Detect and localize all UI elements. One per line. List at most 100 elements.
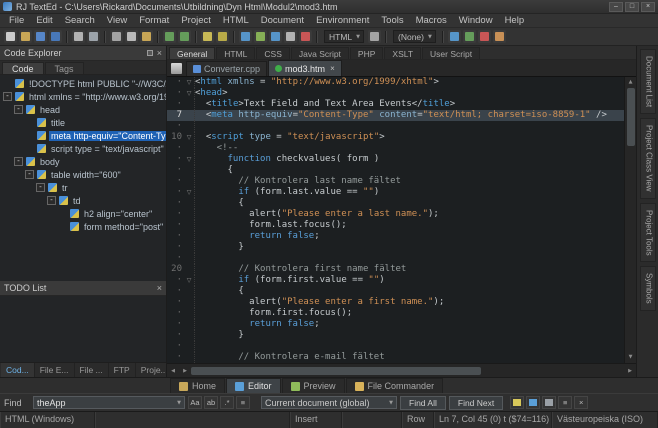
code-text[interactable]: }: [195, 330, 624, 341]
code-line[interactable]: · return false;: [167, 231, 624, 242]
code-line[interactable]: ·: [167, 341, 624, 352]
tab-close-icon[interactable]: ×: [330, 64, 335, 73]
tree-expander-icon[interactable]: -: [3, 92, 12, 101]
find-dropdown-icon[interactable]: ▼: [177, 400, 181, 406]
hscroll-thumb[interactable]: [191, 367, 481, 375]
find-icon[interactable]: [201, 30, 214, 43]
menu-item-environment[interactable]: Environment: [310, 14, 375, 28]
tree-item-meta-http-equiv-content-[interactable]: -meta http-equiv="Content-Type": [0, 129, 166, 142]
menu-item-tools[interactable]: Tools: [375, 14, 409, 28]
code-line[interactable]: · <!--: [167, 143, 624, 154]
find-all-button[interactable]: Find All: [400, 396, 446, 410]
code-text[interactable]: {: [195, 286, 624, 297]
menu-item-macros[interactable]: Macros: [410, 14, 453, 28]
code-text[interactable]: function checkvalues( form ): [195, 154, 624, 165]
menu-item-edit[interactable]: Edit: [30, 14, 58, 28]
bookmark-results-icon[interactable]: [526, 396, 540, 409]
code-text[interactable]: // Kontrolera e-mail fältet: [195, 352, 624, 363]
cut-icon[interactable]: [110, 30, 123, 43]
table-tool-icon[interactable]: [284, 30, 297, 43]
code-line[interactable]: · alert("Please enter a last name.");: [167, 209, 624, 220]
minimize-icon[interactable]: –: [609, 2, 623, 12]
code-text[interactable]: <title>Text Field and Text Area Events</…: [195, 99, 624, 110]
tree-expander-icon[interactable]: -: [25, 170, 34, 179]
lexer-tab-css[interactable]: CSS: [256, 47, 289, 59]
color-tool-icon[interactable]: [299, 30, 312, 43]
right-tab-document-list[interactable]: Document List: [640, 49, 656, 114]
tree-expander-icon[interactable]: -: [36, 183, 45, 192]
code-text[interactable]: // Kontrolera first name fältet: [195, 264, 624, 275]
lexer-tab-user-script[interactable]: User Script: [422, 47, 480, 59]
code-text[interactable]: {: [195, 198, 624, 209]
code-text[interactable]: alert("Please enter a last name.");: [195, 209, 624, 220]
lexer-tab-html[interactable]: HTML: [216, 47, 255, 59]
code-line[interactable]: ·: [167, 121, 624, 132]
fold-marker-icon[interactable]: ▽: [184, 132, 195, 143]
highlight-all-icon[interactable]: [510, 396, 524, 409]
whole-word-icon[interactable]: ab: [204, 396, 218, 409]
close-window-icon[interactable]: ×: [641, 2, 655, 12]
code-text[interactable]: form.last.focus();: [195, 220, 624, 231]
browser-icon[interactable]: [448, 30, 461, 43]
fold-marker-icon[interactable]: ▽: [184, 77, 195, 88]
menu-item-document[interactable]: Document: [255, 14, 310, 28]
redo-icon[interactable]: [178, 30, 191, 43]
tab-code[interactable]: Code: [2, 62, 44, 74]
dock-tab-file[interactable]: File ...: [75, 363, 109, 377]
menu-item-window[interactable]: Window: [453, 14, 499, 28]
lexer-tab-php[interactable]: PHP: [350, 47, 383, 59]
code-line[interactable]: · {: [167, 198, 624, 209]
script-combo[interactable]: (None)▼: [393, 30, 436, 43]
code-line[interactable]: · form.first.focus();: [167, 308, 624, 319]
code-text[interactable]: <html xmlns = "http://www.w3.org/1999/xh…: [195, 77, 624, 88]
scroll-down-icon[interactable]: ▼: [625, 352, 637, 363]
code-line[interactable]: · return false;: [167, 319, 624, 330]
code-text[interactable]: <meta http-equiv="Content-Type" content=…: [195, 110, 624, 121]
menu-item-file[interactable]: File: [3, 14, 30, 28]
menu-item-search[interactable]: Search: [59, 14, 101, 28]
selection-only-icon[interactable]: ≡: [236, 396, 250, 409]
copy-icon[interactable]: [125, 30, 138, 43]
view-tab-home[interactable]: Home: [170, 378, 225, 393]
tag-tool-icon[interactable]: [239, 30, 252, 43]
code-line[interactable]: 10▽ <script type = "text/javascript">: [167, 132, 624, 143]
undo-icon[interactable]: [163, 30, 176, 43]
menu-item-format[interactable]: Format: [133, 14, 175, 28]
code-line[interactable]: · {: [167, 286, 624, 297]
file-tab-converter-cpp[interactable]: Converter.cpp: [186, 61, 267, 76]
code-line[interactable]: ·: [167, 253, 624, 264]
menu-item-help[interactable]: Help: [499, 14, 531, 28]
dock-tab-cod[interactable]: Cod...: [1, 363, 35, 377]
close-find-icon[interactable]: ×: [574, 396, 588, 409]
fold-marker-icon[interactable]: ▽: [184, 154, 195, 165]
editor-hscrollbar[interactable]: ◀ ▶ ▶: [167, 363, 636, 377]
code-text[interactable]: {: [195, 165, 624, 176]
code-text[interactable]: form.first.focus();: [195, 308, 624, 319]
tree-item-td[interactable]: -td: [0, 194, 166, 207]
save-icon[interactable]: [34, 30, 47, 43]
tree-item-head[interactable]: -head: [0, 103, 166, 116]
tab-tags[interactable]: Tags: [45, 62, 84, 74]
menu-item-project[interactable]: Project: [175, 14, 217, 28]
lexer-tab-xslt[interactable]: XSLT: [384, 47, 421, 59]
fold-marker-icon[interactable]: ▽: [184, 275, 195, 286]
tree-expander-icon[interactable]: -: [14, 157, 23, 166]
macro-record-icon[interactable]: [493, 30, 506, 43]
code-line[interactable]: · alert("Please enter a first name.");: [167, 297, 624, 308]
run-icon[interactable]: [463, 30, 476, 43]
tree-item-tr[interactable]: -tr: [0, 181, 166, 194]
code-text[interactable]: if (form.first.value == ""): [195, 275, 624, 286]
dock-tab-proje[interactable]: Proje...: [136, 363, 166, 377]
replace-icon[interactable]: [216, 30, 229, 43]
code-line[interactable]: ·▽ if (form.first.value == ""): [167, 275, 624, 286]
code-line[interactable]: ·▽ function checkvalues( form ): [167, 154, 624, 165]
scroll-left-icon[interactable]: ◀: [167, 364, 179, 378]
close-panel-icon[interactable]: ×: [157, 49, 162, 58]
search-scope-combo[interactable]: Current document (global) ▼: [261, 396, 397, 409]
tree-item-body[interactable]: -body: [0, 155, 166, 168]
tree-item-title[interactable]: -title: [0, 116, 166, 129]
code-text[interactable]: <script type = "text/javascript">: [195, 132, 624, 143]
tree-item-html-xmlns-http-www-w3-o[interactable]: -html xmlns = "http://www.w3.org/1999/xh: [0, 90, 166, 103]
tree-item-script-type-text-javascr[interactable]: -script type = "text/javascript": [0, 142, 166, 155]
code-text[interactable]: [195, 253, 624, 264]
